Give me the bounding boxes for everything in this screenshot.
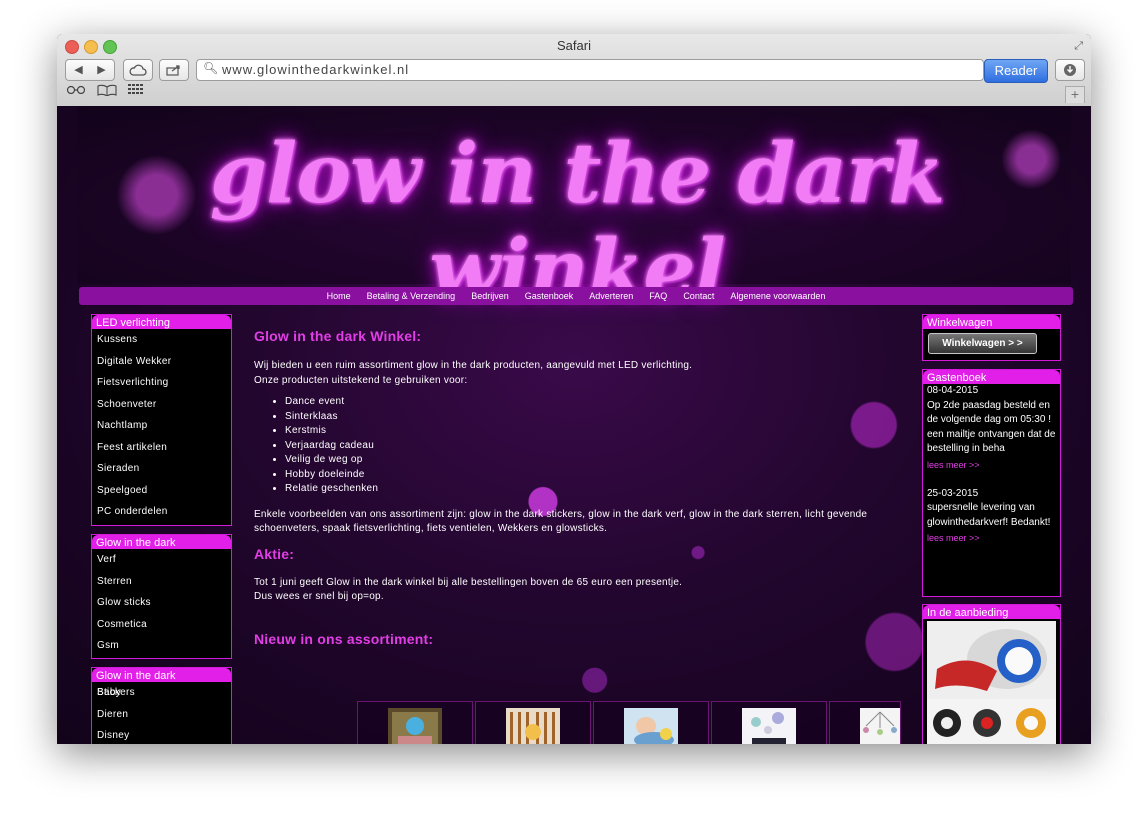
- intro-paragraph-1: Wij bieden u een ruim assortiment glow i…: [254, 360, 693, 371]
- product-image: [742, 708, 796, 744]
- product-thumbnail[interactable]: [829, 701, 901, 744]
- sidebar-led-title: LED verlichting: [92, 315, 231, 329]
- nav-faq[interactable]: FAQ: [649, 287, 667, 305]
- site-header: glow in the dark winkel: [77, 106, 1071, 318]
- intro-paragraph-2: Onze producten uitstekend te gebruiken v…: [254, 374, 468, 386]
- sidebar-item-digitale-wekker[interactable]: Digitale Wekker: [92, 351, 231, 373]
- guestbook-text: Op 2de paasdag besteld en de volgende da…: [927, 399, 1056, 455]
- list-item: Veilig de weg op: [285, 453, 894, 468]
- fullscreen-icon[interactable]: ⤢: [1074, 39, 1083, 53]
- list-item: Verjaardag cadeau: [285, 439, 894, 454]
- gastenboek-box: Gastenboek 08-04-2015 Op 2de paasdag bes…: [922, 369, 1061, 597]
- sidebar-item-verf[interactable]: Verf: [92, 549, 231, 571]
- offer-product-image[interactable]: [927, 621, 1056, 744]
- sidebar-item-stickers[interactable]: Stickers Baby: [92, 682, 231, 704]
- sidebar-item-sieraden[interactable]: Sieraden: [92, 458, 231, 480]
- guestbook-text: supersnelle levering van glowinthedarkve…: [927, 502, 1051, 528]
- forward-arrow-icon[interactable]: ▶: [90, 60, 113, 80]
- list-item: Sinterklaas: [285, 410, 894, 425]
- nav-home[interactable]: Home: [327, 287, 351, 305]
- winkelwagen-title: Winkelwagen: [923, 315, 1060, 329]
- sidebar-item-fietsverlichting[interactable]: Fietsverlichting: [92, 372, 231, 394]
- sidebar-item-glow-sticks[interactable]: Glow sticks: [92, 592, 231, 614]
- product-image: [506, 708, 560, 744]
- lees-meer-link[interactable]: lees meer >>: [923, 457, 1060, 473]
- sidebar-item-sterren[interactable]: Sterren: [92, 571, 231, 593]
- list-item: Hobby doeleinde: [285, 468, 894, 483]
- sidebar-item-baby-label[interactable]: Baby: [97, 682, 121, 704]
- top-sites-icon[interactable]: [128, 84, 144, 99]
- main-navigation: Home Betaling & Verzending Bedrijven Gas…: [79, 287, 1073, 305]
- nav-betaling-verzending[interactable]: Betaling & Verzending: [367, 287, 456, 305]
- sidebar-item-schoenveter[interactable]: Schoenveter: [92, 394, 231, 416]
- aktie-paragraph-2: Dus wees er snel bij op=op.: [254, 591, 384, 602]
- url-text[interactable]: www.glowinthedarkwinkel.nl: [222, 62, 409, 77]
- browser-toolbar: Safari ⤢ ◀ ▶ 🔍︎ www.glowinthedarkwinkel.n…: [57, 34, 1091, 107]
- reading-list-icon[interactable]: [66, 84, 86, 97]
- sidebar-item-cosmetica[interactable]: Cosmetica: [92, 614, 231, 636]
- sidebar-item-gsm[interactable]: Gsm: [92, 635, 231, 657]
- nav-bedrijven[interactable]: Bedrijven: [471, 287, 509, 305]
- icloud-tabs-button[interactable]: [123, 59, 153, 81]
- share-icon: [166, 65, 180, 76]
- sidebar-item-feest-artikelen[interactable]: Feest artikelen: [92, 437, 231, 459]
- product-image: [860, 708, 900, 744]
- address-bar[interactable]: 🔍︎ www.glowinthedarkwinkel.nl: [196, 59, 984, 81]
- guestbook-date: 08-04-2015: [927, 385, 979, 396]
- gastenboek-title: Gastenboek: [923, 370, 1060, 384]
- guestbook-date: 25-03-2015: [927, 487, 979, 499]
- winkelwagen-box: Winkelwagen Winkelwagen > >: [922, 314, 1061, 361]
- sidebar-item-dieren[interactable]: Dieren: [92, 704, 231, 726]
- search-icon: 🔍︎: [203, 61, 219, 75]
- browser-window: Safari ⤢ ◀ ▶ 🔍︎ www.glowinthedarkwinkel.n…: [57, 34, 1091, 744]
- new-products-strip: [357, 701, 902, 744]
- uses-list: Dance event Sinterklaas Kerstmis Verjaar…: [254, 395, 894, 497]
- aktie-heading: Aktie:: [254, 545, 295, 562]
- aktie-paragraph-1: Tot 1 juni geeft Glow in the dark winkel…: [254, 576, 683, 588]
- list-item: Dance event: [285, 395, 894, 410]
- page-heading: Glow in the dark Winkel:: [254, 328, 422, 344]
- lees-meer-link[interactable]: lees meer >>: [923, 530, 1060, 546]
- back-forward-buttons[interactable]: ◀ ▶: [65, 59, 115, 81]
- sidebar-item-disney[interactable]: Disney: [92, 725, 231, 744]
- sidebar-glow-in-the-dark-2: Glow in the dark Stickers Baby Dieren Di…: [91, 667, 232, 744]
- nieuw-heading: Nieuw in ons assortiment:: [254, 630, 434, 647]
- nav-gastenboek[interactable]: Gastenboek: [525, 287, 574, 305]
- nav-contact[interactable]: Contact: [683, 287, 714, 305]
- winkelwagen-button[interactable]: Winkelwagen > >: [928, 333, 1037, 354]
- sidebar-item-speelgoed[interactable]: Speelgoed: [92, 480, 231, 502]
- product-thumbnail[interactable]: [711, 701, 827, 744]
- bookmarks-icon[interactable]: [97, 84, 117, 99]
- web-page: glow in the dark winkel Home Betaling & …: [57, 106, 1091, 744]
- list-item: Kerstmis: [285, 424, 894, 439]
- reader-button[interactable]: Reader: [984, 59, 1048, 83]
- product-thumbnail[interactable]: [593, 701, 709, 744]
- list-item: Relatie geschenken: [285, 482, 894, 497]
- product-image: [624, 708, 678, 744]
- cloud-icon: [129, 64, 147, 76]
- aanbieding-title: In de aanbieding: [923, 605, 1060, 619]
- new-tab-button[interactable]: +: [1065, 86, 1085, 103]
- window-title: Safari: [557, 38, 591, 53]
- main-content: Glow in the dark Winkel: Wij bieden u ee…: [254, 328, 894, 647]
- downloads-button[interactable]: [1055, 59, 1085, 81]
- product-thumbnail[interactable]: [357, 701, 473, 744]
- nav-adverteren[interactable]: Adverteren: [589, 287, 633, 305]
- aanbieding-box: In de aanbieding: [922, 604, 1061, 744]
- sidebar-glow-title: Glow in the dark: [92, 535, 231, 549]
- sidebar-item-pc-onderdelen[interactable]: PC onderdelen: [92, 501, 231, 523]
- sidebar-glow2-title: Glow in the dark: [92, 668, 231, 682]
- examples-paragraph: Enkele voorbeelden van ons assortiment z…: [254, 508, 868, 535]
- back-arrow-icon[interactable]: ◀: [67, 60, 90, 80]
- sidebar-glow-in-the-dark: Glow in the dark Verf Sterren Glow stick…: [91, 534, 232, 659]
- sidebar-led-verlichting: LED verlichting Kussens Digitale Wekker …: [91, 314, 232, 526]
- share-button[interactable]: [159, 59, 189, 81]
- sidebar-item-nachtlamp[interactable]: Nachtlamp: [92, 415, 231, 437]
- nav-algemene-voorwaarden[interactable]: Algemene voorwaarden: [730, 287, 825, 305]
- sidebar-item-kussens[interactable]: Kussens: [92, 329, 231, 351]
- download-icon: [1064, 64, 1076, 76]
- product-image: [388, 708, 442, 744]
- product-thumbnail[interactable]: [475, 701, 591, 744]
